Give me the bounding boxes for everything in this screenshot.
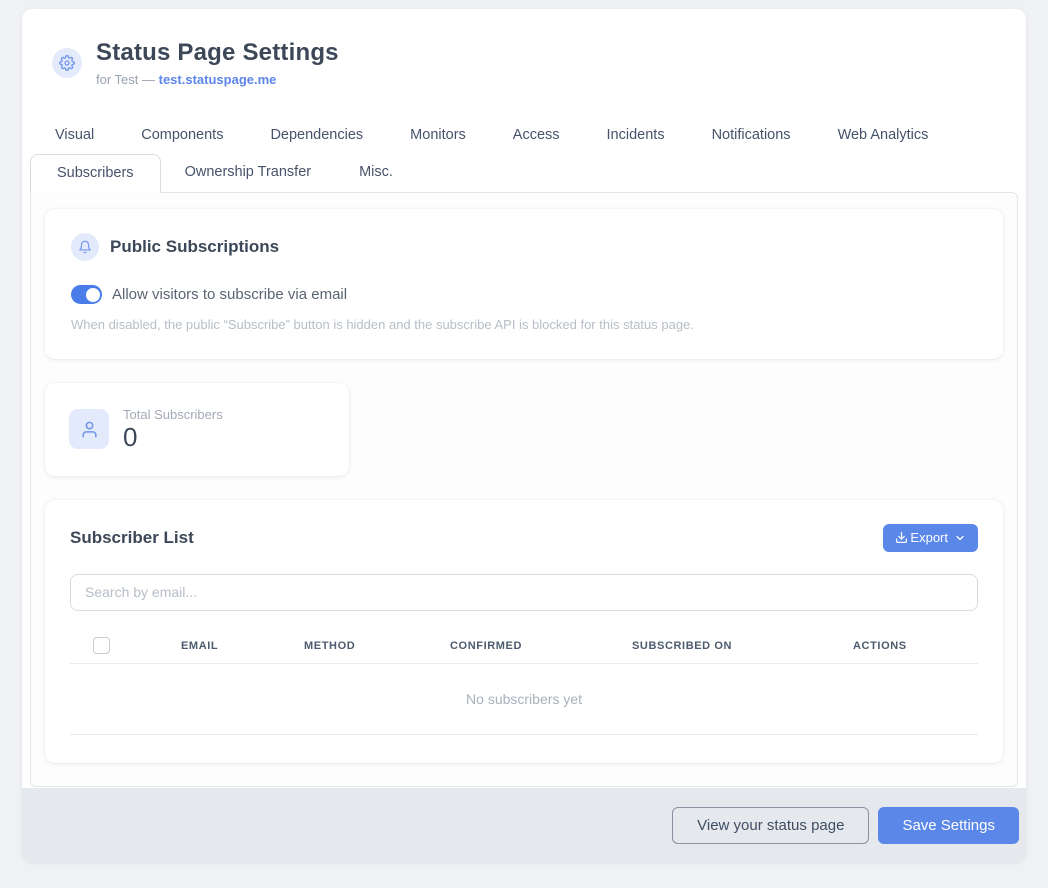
gear-icon: [52, 48, 82, 78]
status-page-settings-window: Status Page Settings for Test — test.sta…: [22, 9, 1026, 862]
subscriber-table-header: EMAIL METHOD CONFIRMED SUBSCRIBED ON ACT…: [70, 629, 978, 663]
tab-notifications[interactable]: Notifications: [712, 127, 791, 143]
total-subscribers-value: 0: [123, 423, 223, 452]
footer-action-bar: View your status page Save Settings: [22, 788, 1026, 862]
toggle-label: Allow visitors to subscribe via email: [112, 286, 347, 303]
total-subscribers-label: Total Subscribers: [123, 407, 223, 422]
page-subtitle: for Test — test.statuspage.me: [96, 72, 339, 87]
empty-state-text: No subscribers yet: [466, 691, 582, 707]
tab-components[interactable]: Components: [141, 127, 223, 143]
person-icon: [69, 409, 109, 449]
column-header-actions: ACTIONS: [853, 640, 978, 652]
chevron-down-icon: [954, 532, 966, 544]
select-all-checkbox[interactable]: [93, 637, 110, 654]
column-header-confirmed: CONFIRMED: [450, 640, 632, 652]
column-header-email: EMAIL: [181, 640, 304, 652]
public-subscriptions-title: Public Subscriptions: [110, 237, 279, 257]
tab-dependencies[interactable]: Dependencies: [270, 127, 363, 143]
search-input[interactable]: [70, 574, 978, 611]
export-label: Export: [910, 530, 948, 545]
column-header-method: METHOD: [304, 640, 450, 652]
subtitle-prefix: for Test —: [96, 72, 159, 87]
subscriber-list-card: Subscriber List Export: [45, 500, 1003, 763]
tab-monitors[interactable]: Monitors: [410, 127, 466, 143]
header-text-block: Status Page Settings for Test — test.sta…: [96, 39, 339, 87]
subscriber-list-header: Subscriber List Export: [70, 524, 978, 552]
public-subscriptions-header: Public Subscriptions: [71, 233, 977, 261]
select-all-cell: [70, 637, 181, 654]
total-subscribers-stat: Total Subscribers 0: [123, 407, 223, 452]
tab-visual[interactable]: Visual: [55, 127, 94, 143]
column-header-subscribed-on: SUBSCRIBED ON: [632, 640, 853, 652]
tab-bar-secondary: Subscribers Ownership Transfer Misc.: [30, 154, 1026, 192]
tab-access[interactable]: Access: [513, 127, 560, 143]
tab-incidents[interactable]: Incidents: [607, 127, 665, 143]
status-page-link[interactable]: test.statuspage.me: [159, 72, 277, 87]
tab-bar-primary: Visual Components Dependencies Monitors …: [55, 121, 1026, 148]
empty-state-row: No subscribers yet: [70, 664, 978, 734]
public-subscriptions-card: Public Subscriptions Allow visitors to s…: [45, 209, 1003, 359]
total-subscribers-card: Total Subscribers 0: [45, 383, 349, 476]
save-settings-button[interactable]: Save Settings: [878, 807, 1019, 844]
tab-subscribers[interactable]: Subscribers: [30, 154, 161, 193]
view-status-page-button[interactable]: View your status page: [672, 807, 869, 844]
tab-misc[interactable]: Misc.: [335, 154, 417, 192]
subscribe-toggle-row: Allow visitors to subscribe via email: [71, 285, 977, 304]
tab-ownership-transfer[interactable]: Ownership Transfer: [161, 154, 336, 192]
subscribe-help-text: When disabled, the public “Subscribe” bu…: [71, 317, 977, 332]
subscriber-table: EMAIL METHOD CONFIRMED SUBSCRIBED ON ACT…: [70, 629, 978, 735]
toggle-knob: [86, 288, 100, 302]
allow-subscribe-toggle[interactable]: [71, 285, 102, 304]
subscribers-tab-panel: Public Subscriptions Allow visitors to s…: [30, 192, 1018, 787]
export-button[interactable]: Export: [883, 524, 978, 552]
download-icon: [895, 531, 908, 544]
page-title: Status Page Settings: [96, 39, 339, 67]
tab-web-analytics[interactable]: Web Analytics: [838, 127, 929, 143]
bell-icon: [71, 233, 99, 261]
subscriber-list-title: Subscriber List: [70, 528, 194, 548]
page-header: Status Page Settings for Test — test.sta…: [22, 9, 1026, 87]
